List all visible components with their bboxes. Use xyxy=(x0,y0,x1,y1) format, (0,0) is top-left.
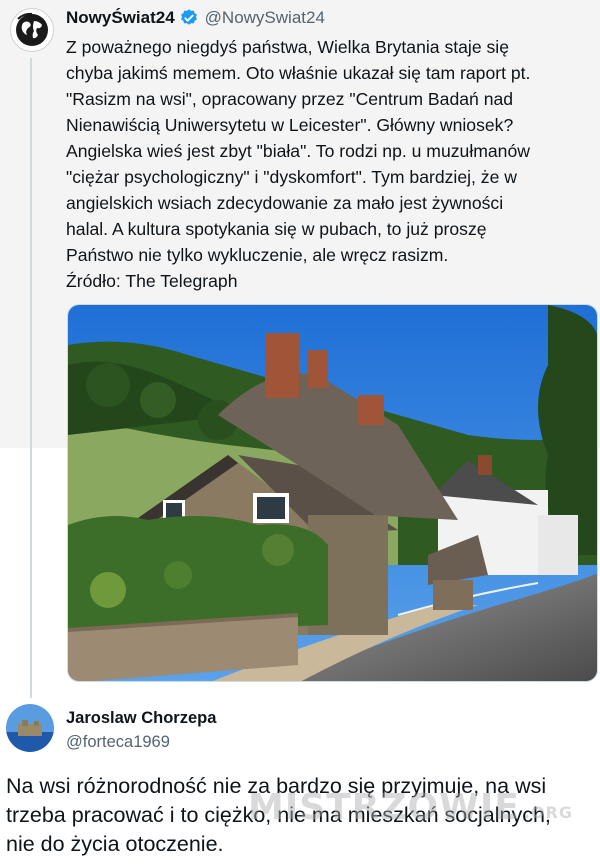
reply-author-handle[interactable]: @forteca1969 xyxy=(66,733,170,752)
cottage-photo-illustration xyxy=(68,305,597,681)
tweet-text-line: chyba jakimś memem. Oto właśnie ukazał s… xyxy=(66,63,531,83)
reply-text: Na wsi różnorodność nie za bardzo się pr… xyxy=(6,772,596,859)
tweet-text-line: halal. A kultura spotykania się w pubach… xyxy=(66,219,487,239)
tweet-text-line: Angielska wieś jest zbyt "biała". To rod… xyxy=(66,141,530,161)
reply-author-name[interactable]: Jaroslaw Chorzepa xyxy=(66,709,216,728)
tweet-text-line: Państwo nie tylko wykluczenie, ale wręcz… xyxy=(66,245,449,265)
reply-text-line: nie do życia otoczenie. xyxy=(6,832,224,856)
author-handle[interactable]: @NowySwiat24 xyxy=(205,8,325,28)
tweet-text-line: angielskich wsiach zdecydowanie za mało … xyxy=(66,193,504,213)
tweet-media-photo[interactable] xyxy=(67,304,598,682)
tweet-header: NowyŚwiat24 @NowySwiat24 xyxy=(66,7,325,29)
tweet-text: Z poważnego niegdyś państwa, Wielka Bryt… xyxy=(66,34,596,294)
verified-badge-icon xyxy=(180,9,197,25)
thread-connector-line xyxy=(30,58,32,698)
castle-photo-icon xyxy=(6,704,54,752)
reply-text-line: Na wsi różnorodność nie za bardzo się pr… xyxy=(6,774,547,798)
author-avatar[interactable] xyxy=(10,8,54,52)
tweet-text-line: "ciężar psychologiczny" i "dyskomfort". … xyxy=(66,167,517,187)
tweet-text-line: "Rasizm na wsi", opracowany przez "Centr… xyxy=(66,89,514,109)
reply-author-avatar[interactable] xyxy=(6,704,54,752)
tweet-text-line: Z poważnego niegdyś państwa, Wielka Bryt… xyxy=(66,37,510,57)
tweet-text-line: Źródło: The Telegraph xyxy=(66,271,238,291)
reply-text-line: trzeba pracować i to ciężko, nie ma mies… xyxy=(6,803,551,827)
globe-icon xyxy=(16,12,48,46)
tweet-text-line: Nienawiścią Uniwersytetu w Leicester". G… xyxy=(66,115,514,135)
author-name[interactable]: NowyŚwiat24 xyxy=(66,8,175,28)
